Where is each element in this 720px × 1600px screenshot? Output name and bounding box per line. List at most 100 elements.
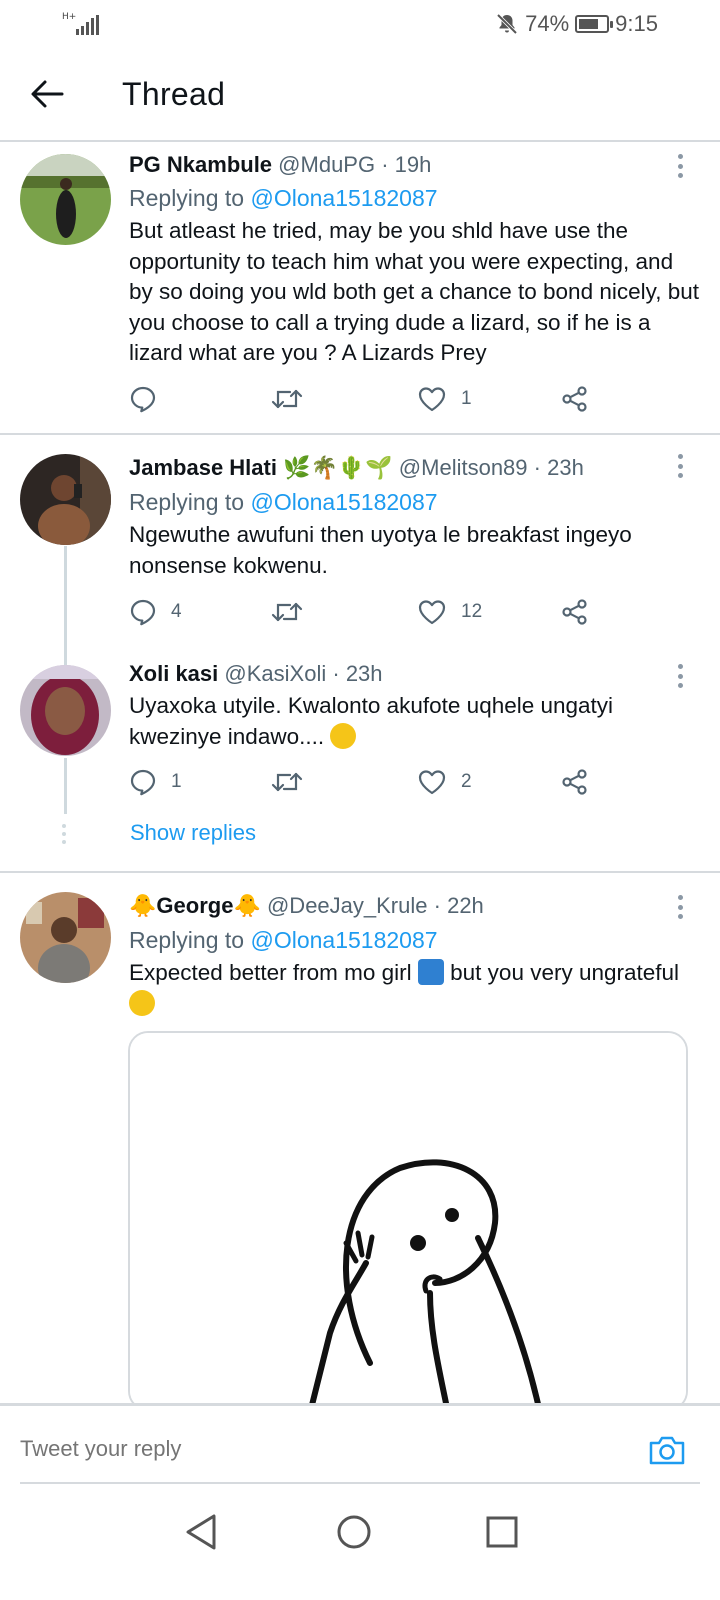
status-right: 74% 9:15 [495, 11, 658, 37]
tweet-media-image[interactable] [128, 1031, 688, 1411]
battery-percent: 74% [525, 11, 570, 36]
thread-continuation-dots [61, 824, 67, 844]
mention-link[interactable]: @Olona15182087 [250, 489, 437, 515]
nav-recents-icon[interactable] [480, 1510, 524, 1554]
system-nav-bar [0, 1492, 720, 1600]
tweet-header: PG Nkambule @MduPG · 19h [129, 152, 432, 177]
thread-line [64, 546, 67, 666]
tweet-text: But atleast he tried, may be you shld ha… [129, 218, 699, 365]
tweet-header: 🐥George🐥 @DeeJay_Krule · 22h [129, 893, 484, 919]
share-button[interactable] [561, 595, 589, 629]
more-options-icon[interactable] [676, 895, 684, 919]
tweet-actions: 1 2 [129, 765, 609, 799]
share-button[interactable] [561, 765, 589, 799]
name-emoji: 🐥 [129, 894, 157, 919]
author-handle[interactable]: @MduPG [278, 152, 375, 177]
more-options-icon[interactable] [676, 154, 684, 178]
author-name[interactable]: George [156, 893, 233, 918]
input-underline [20, 1482, 700, 1484]
tweet-text: Uyaxoka utyile. Kwalonto akufote uqhele … [129, 691, 700, 752]
tweet-time: 19h [394, 152, 432, 177]
avatar[interactable] [20, 892, 111, 983]
reply-button[interactable] [129, 382, 171, 416]
tweet-xoli-kasi[interactable]: Xoli kasi @KasiXoli · 23h Uyaxoka utyile… [0, 650, 720, 865]
signal-bars-icon [76, 15, 99, 35]
like-count: 1 [461, 388, 472, 409]
reply-button[interactable]: 4 [129, 595, 182, 629]
tweet-header: Xoli kasi @KasiXoli · 23h [129, 661, 383, 686]
avatar[interactable] [20, 154, 111, 245]
avatar[interactable] [20, 454, 111, 545]
heart-icon [418, 387, 446, 412]
stick-figure-meme-image [130, 1033, 686, 1409]
author-name[interactable]: Jambase Hlati [129, 455, 277, 480]
app-header: Thread [0, 48, 720, 142]
share-icon [562, 769, 587, 795]
like-button[interactable]: 2 [417, 765, 472, 799]
retweet-icon [271, 389, 303, 409]
heart-icon [418, 770, 446, 795]
hand-over-mouth-emoji [330, 722, 357, 749]
signal-indicator: H+ [62, 12, 102, 36]
like-count: 12 [461, 601, 483, 622]
retweet-icon [271, 772, 303, 792]
like-count: 2 [461, 771, 472, 792]
like-button[interactable]: 12 [417, 595, 482, 629]
tweet-time: 23h [547, 455, 584, 480]
tweet-pg-nkambule[interactable]: PG Nkambule @MduPG · 19h Replying to @Ol… [0, 142, 720, 432]
replying-to: Replying to @Olona15182087 [129, 182, 700, 214]
author-handle[interactable]: @DeeJay_Krule [267, 893, 428, 918]
author-handle[interactable]: @KasiXoli [224, 661, 326, 686]
unamused-face-emoji [129, 989, 155, 1016]
tweet-text-part-1: Expected better from mo girl [129, 960, 412, 985]
reply-button[interactable]: 1 [129, 765, 182, 799]
back-arrow-icon[interactable] [28, 74, 68, 114]
replying-label: Replying to [129, 489, 245, 515]
notifications-muted-icon [496, 13, 518, 35]
replying-label: Replying to [129, 927, 245, 953]
reply-composer [0, 1403, 720, 1489]
tweet-text: Ngewuthe awufuni then uyotya le breakfas… [129, 522, 632, 578]
heart-icon [418, 600, 446, 625]
reply-icon [130, 599, 156, 626]
tweet-actions: 1 [129, 382, 609, 416]
name-emoji-trailing: 🐥 [233, 894, 261, 919]
replying-label: Replying to [129, 185, 245, 211]
mention-link[interactable]: @Olona15182087 [250, 185, 437, 211]
thread-line [64, 758, 67, 814]
camera-icon[interactable] [648, 1434, 686, 1466]
author-name[interactable]: PG Nkambule [129, 152, 272, 177]
replying-to: Replying to @Olona15182087 [129, 924, 700, 956]
retweet-button[interactable] [271, 595, 317, 629]
author-name[interactable]: Xoli kasi [129, 661, 218, 686]
mention-link[interactable]: @Olona15182087 [250, 927, 437, 953]
share-button[interactable] [561, 382, 589, 416]
retweet-icon [271, 602, 303, 622]
reply-input[interactable] [20, 1436, 580, 1462]
tweet-text-part-2: but you very ungrateful [450, 960, 680, 985]
avatar[interactable] [20, 665, 111, 756]
more-options-icon[interactable] [676, 664, 684, 688]
like-button[interactable]: 1 [417, 382, 472, 416]
litter-emoji [417, 959, 444, 985]
tweet-actions: 4 12 [129, 595, 609, 629]
reply-icon [130, 769, 156, 796]
retweet-button[interactable] [271, 765, 317, 799]
tweet-time: 22h [447, 893, 484, 918]
tweet-jambase-hlati[interactable]: Jambase Hlati 🌿🌴🌵🌱 @Melitson89 · 23h Rep… [0, 435, 720, 645]
status-bar: H+ 74% 9:15 [0, 0, 720, 48]
retweet-button[interactable] [271, 382, 317, 416]
tweet-time: 23h [345, 661, 383, 686]
nav-home-icon[interactable] [332, 1510, 376, 1554]
author-handle[interactable]: @Melitson89 [399, 455, 528, 480]
clock: 9:15 [615, 11, 658, 36]
share-icon [562, 599, 587, 625]
more-options-icon[interactable] [676, 454, 684, 478]
page-title: Thread [122, 76, 226, 112]
replying-to: Replying to @Olona15182087 [129, 486, 700, 518]
nav-back-icon[interactable] [180, 1510, 224, 1554]
tweet-text: Expected better from mo girl but you ver… [129, 958, 700, 1019]
reply-count: 1 [171, 771, 182, 792]
network-type: H+ [62, 12, 77, 22]
show-replies-link[interactable]: Show replies [130, 820, 256, 846]
